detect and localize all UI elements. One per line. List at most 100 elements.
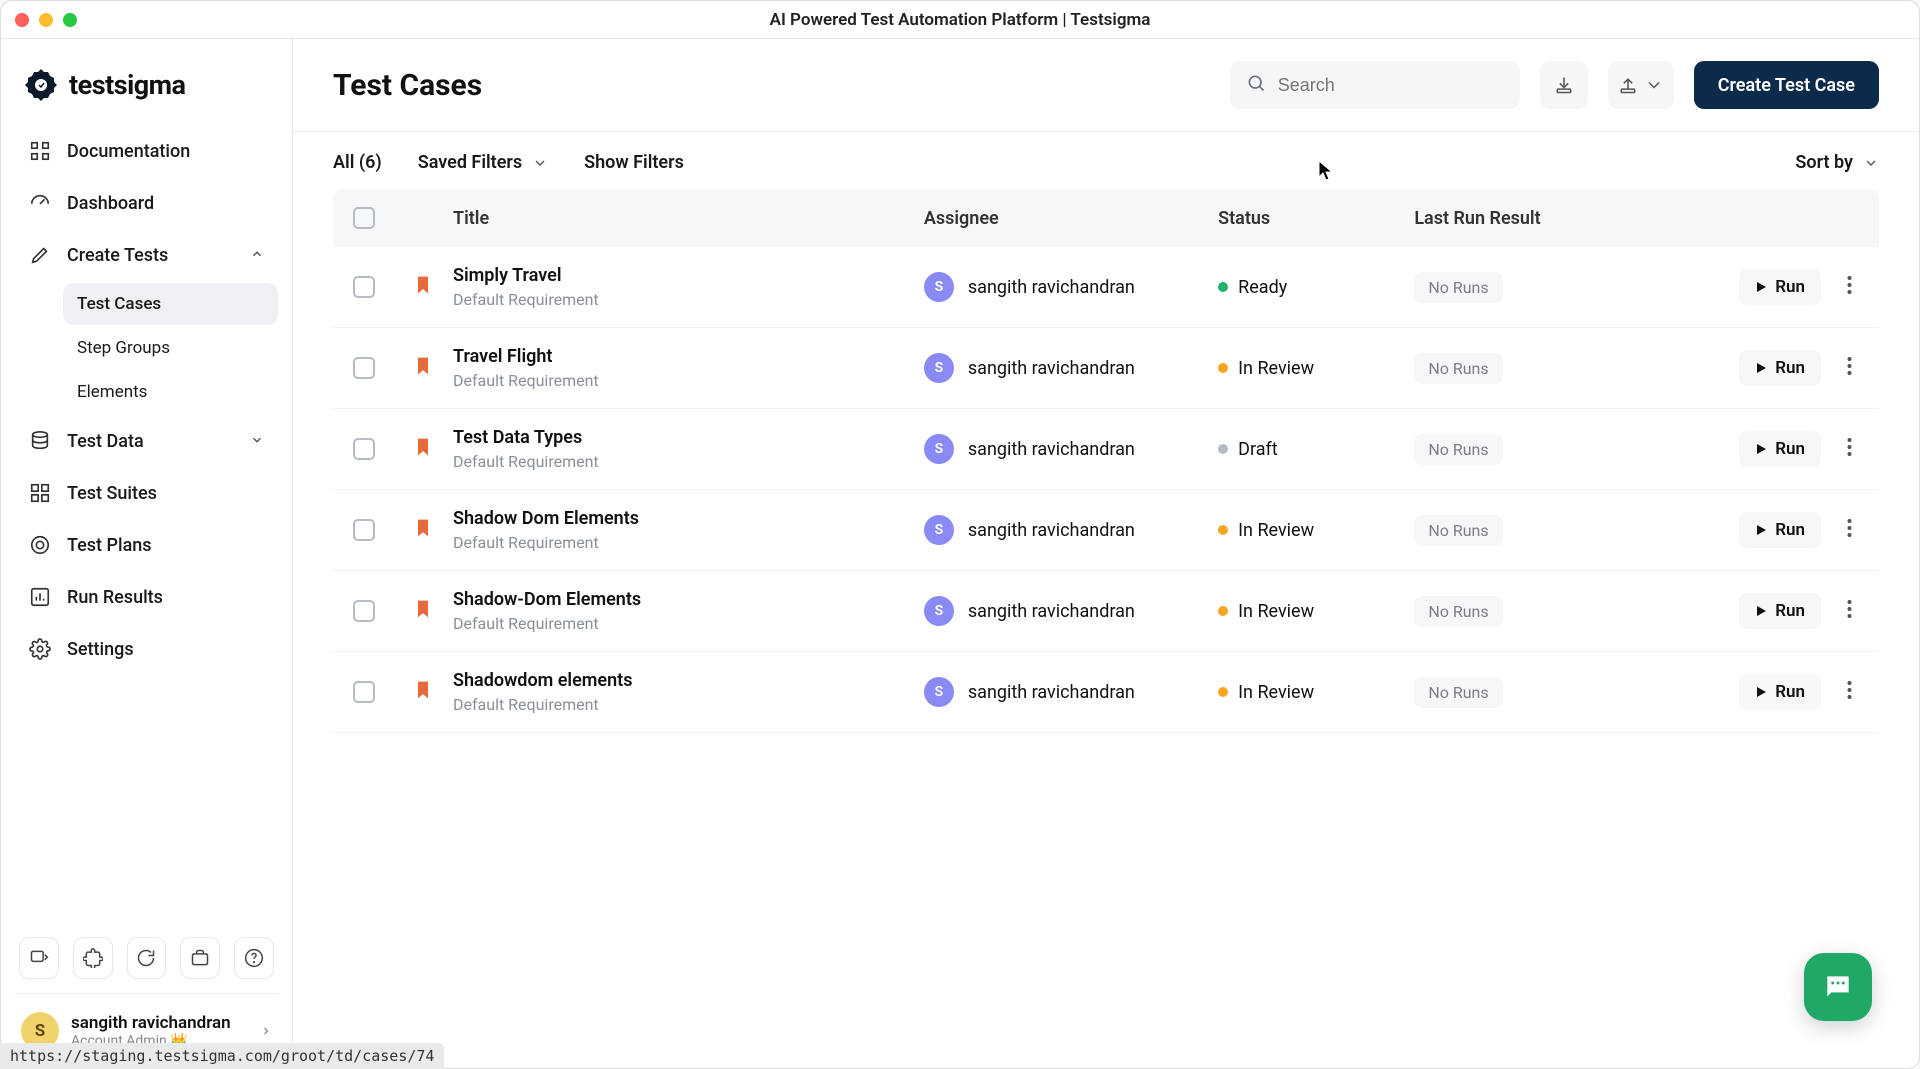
filter-label: Saved Filters <box>418 152 522 173</box>
show-filters[interactable]: Show Filters <box>584 152 684 173</box>
status-badge: In Review <box>1218 682 1414 703</box>
nav-label: Test Data <box>67 431 144 452</box>
filter-all[interactable]: All (6) <box>333 152 382 173</box>
sort-by[interactable]: Sort by <box>1795 152 1879 173</box>
run-button[interactable]: Run <box>1739 593 1821 629</box>
sidebar-item-test-plans[interactable]: Test Plans <box>15 521 278 569</box>
status-dot-icon <box>1218 282 1228 292</box>
more-menu-button[interactable] <box>1839 437 1859 462</box>
chevron-down-icon <box>250 431 264 452</box>
sidebar-item-test-suites[interactable]: Test Suites <box>15 469 278 517</box>
nav-label: Settings <box>67 639 134 660</box>
sidebar-item-settings[interactable]: Settings <box>15 625 278 673</box>
sidebar-item-test-cases[interactable]: Test Cases <box>63 283 278 325</box>
table-row[interactable]: Simply Travel Default Requirement S sang… <box>333 247 1879 328</box>
titlebar: AI Powered Test Automation Platform | Te… <box>1 1 1919 39</box>
row-checkbox[interactable] <box>353 357 375 379</box>
table-row[interactable]: Shadowdom elements Default Requirement S… <box>333 652 1879 733</box>
status-badge: In Review <box>1218 601 1414 622</box>
user-name: sangith ravichandran <box>71 1013 231 1033</box>
col-last-run[interactable]: Last Run Result <box>1414 208 1689 229</box>
more-menu-button[interactable] <box>1839 518 1859 543</box>
assignee-name: sangith ravichandran <box>968 682 1135 703</box>
run-button[interactable]: Run <box>1739 512 1821 548</box>
test-case-title: Test Data Types <box>453 427 924 448</box>
select-all-checkbox[interactable] <box>353 207 375 229</box>
row-checkbox[interactable] <box>353 600 375 622</box>
row-checkbox[interactable] <box>353 276 375 298</box>
row-checkbox[interactable] <box>353 519 375 541</box>
sidebar-item-documentation[interactable]: Documentation <box>15 127 278 175</box>
export-button[interactable] <box>1608 61 1674 109</box>
test-case-title: Shadow Dom Elements <box>453 508 924 529</box>
col-title[interactable]: Title <box>453 208 924 229</box>
chat-fab[interactable] <box>1804 953 1872 1021</box>
play-icon <box>1755 443 1767 455</box>
run-button[interactable]: Run <box>1739 350 1821 386</box>
col-status[interactable]: Status <box>1218 208 1414 229</box>
status-text: Draft <box>1238 439 1278 460</box>
status-badge: In Review <box>1218 520 1414 541</box>
test-case-title: Shadowdom elements <box>453 670 924 691</box>
bookmark-icon <box>413 686 433 707</box>
run-label: Run <box>1775 277 1805 297</box>
col-assignee[interactable]: Assignee <box>924 208 1218 229</box>
status-dot-icon <box>1218 525 1228 535</box>
run-button[interactable]: Run <box>1739 674 1821 710</box>
window-close-button[interactable] <box>15 13 29 27</box>
gauge-icon <box>29 192 51 214</box>
window-zoom-button[interactable] <box>63 13 77 27</box>
window-minimize-button[interactable] <box>39 13 53 27</box>
gear-logo-icon <box>23 67 59 103</box>
assignee-name: sangith ravichandran <box>968 520 1135 541</box>
table-row[interactable]: Shadow Dom Elements Default Requirement … <box>333 490 1879 571</box>
sidebar-item-run-results[interactable]: Run Results <box>15 573 278 621</box>
footer-icon-1[interactable] <box>19 937 59 979</box>
import-button[interactable] <box>1540 61 1588 109</box>
run-label: Run <box>1775 358 1805 378</box>
sidebar-item-create-tests[interactable]: Create Tests <box>15 231 278 279</box>
run-label: Run <box>1775 682 1805 702</box>
page-title: Test Cases <box>333 68 482 103</box>
status-text: In Review <box>1238 520 1314 541</box>
nav-label: Step Groups <box>77 338 170 358</box>
table-row[interactable]: Shadow-Dom Elements Default Requirement … <box>333 571 1879 652</box>
last-run-result: No Runs <box>1414 272 1502 303</box>
sidebar-item-step-groups[interactable]: Step Groups <box>63 327 278 369</box>
table-row[interactable]: Test Data Types Default Requirement S sa… <box>333 409 1879 490</box>
gear-icon <box>29 638 51 660</box>
bookmark-icon <box>413 443 433 464</box>
search-box[interactable] <box>1230 61 1520 109</box>
create-test-case-button[interactable]: Create Test Case <box>1694 61 1879 109</box>
bar-chart-icon <box>29 586 51 608</box>
sidebar: testsigma Documentation Dashboard Create… <box>1 39 293 1068</box>
run-button[interactable]: Run <box>1739 431 1821 467</box>
bookmark-icon <box>413 281 433 302</box>
search-input[interactable] <box>1278 75 1510 96</box>
footer-extension-icon[interactable] <box>73 937 113 979</box>
chevron-down-icon <box>532 155 548 171</box>
table-row[interactable]: Travel Flight Default Requirement S sang… <box>333 328 1879 409</box>
more-menu-button[interactable] <box>1839 599 1859 624</box>
footer-briefcase-icon[interactable] <box>180 937 220 979</box>
row-checkbox[interactable] <box>353 681 375 703</box>
more-menu-button[interactable] <box>1839 680 1859 705</box>
run-button[interactable]: Run <box>1739 269 1821 305</box>
sidebar-item-elements[interactable]: Elements <box>63 371 278 413</box>
saved-filters[interactable]: Saved Filters <box>418 152 548 173</box>
footer-refresh-icon[interactable] <box>127 937 167 979</box>
sidebar-item-dashboard[interactable]: Dashboard <box>15 179 278 227</box>
more-menu-button[interactable] <box>1839 275 1859 300</box>
row-checkbox[interactable] <box>353 438 375 460</box>
brand-logo[interactable]: testsigma <box>15 57 278 127</box>
test-case-requirement: Default Requirement <box>453 452 924 471</box>
chevron-up-icon <box>250 245 264 266</box>
status-badge: Ready <box>1218 277 1414 298</box>
more-menu-button[interactable] <box>1839 356 1859 381</box>
last-run-result: No Runs <box>1414 434 1502 465</box>
footer-help-icon[interactable] <box>234 937 274 979</box>
sidebar-item-test-data[interactable]: Test Data <box>15 417 278 465</box>
status-dot-icon <box>1218 606 1228 616</box>
test-case-requirement: Default Requirement <box>453 533 924 552</box>
chevron-right-icon <box>260 1022 272 1041</box>
